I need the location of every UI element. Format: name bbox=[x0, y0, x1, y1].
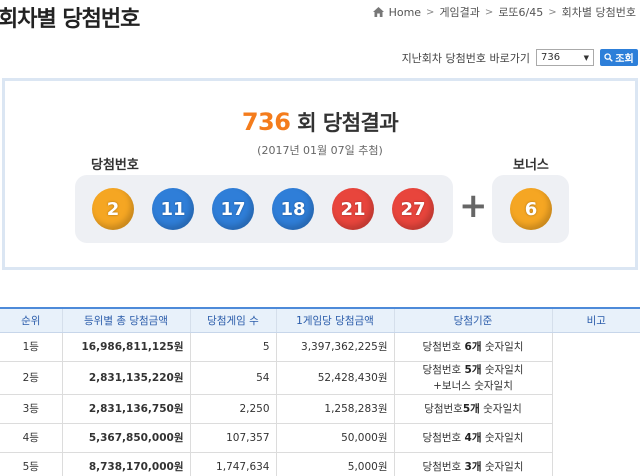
total-prize-cell: 5,367,850,000원 bbox=[61, 423, 190, 453]
table-row: 1등 16,986,811,125원 5 3,397,362,225원 당첨번호… bbox=[0, 332, 640, 476]
criteria-cell: 당첨번호 6개 숫자일치 bbox=[393, 332, 552, 362]
criteria-text: 당첨번호 bbox=[422, 363, 465, 376]
column-header: 당첨게임 수 bbox=[189, 307, 276, 333]
criteria-text: 숫자일치 bbox=[481, 363, 524, 376]
criteria-text: 숫자일치 bbox=[479, 402, 522, 415]
rank-cell: 3등 bbox=[0, 394, 62, 424]
criteria-text: 당첨번호 bbox=[422, 431, 465, 444]
criteria-text: 숫자일치 bbox=[481, 340, 524, 353]
goto-round-bar: 지난회차 당첨번호 바로가기 736 ▼ 조회 bbox=[402, 49, 638, 66]
per-game-prize-cell: 52,428,430원 bbox=[275, 361, 394, 395]
winning-ball: 17 bbox=[212, 188, 254, 230]
goto-round-label: 지난회차 당첨번호 바로가기 bbox=[401, 51, 530, 65]
criteria-text: 당첨번호 bbox=[422, 340, 465, 353]
column-header: 등위별 총 당첨금액 bbox=[61, 307, 190, 333]
breadcrumb-lotto[interactable]: 로또6/45 bbox=[498, 4, 543, 20]
winning-ball: 27 bbox=[392, 188, 434, 230]
round-select[interactable]: 736 ▼ bbox=[536, 49, 594, 66]
winner-count-cell: 2,250 bbox=[189, 394, 276, 424]
breadcrumb-separator-icon: > bbox=[484, 6, 494, 18]
page-title: 회차별 당첨번호 bbox=[0, 7, 140, 32]
bonus-label: 보너스 bbox=[513, 158, 549, 173]
criteria-text: 숫자일치 bbox=[481, 431, 524, 444]
column-header: 비고 bbox=[551, 307, 640, 333]
breadcrumb: Home > 게임결과 > 로또6/45 > 회차별 당첨번호 bbox=[372, 4, 636, 20]
criteria-count: 4개 bbox=[464, 431, 482, 444]
result-title: 736 회 당첨결과 bbox=[5, 107, 635, 137]
note-cell bbox=[551, 332, 640, 476]
criteria-cell: 당첨번호5개 숫자일치 bbox=[393, 394, 552, 424]
chevron-down-icon: ▼ bbox=[583, 53, 589, 62]
per-game-prize-cell: 5,000원 bbox=[275, 452, 394, 476]
per-game-prize-cell: 50,000원 bbox=[275, 423, 394, 453]
winner-count-cell: 54 bbox=[189, 361, 276, 395]
search-button-label: 조회 bbox=[615, 54, 634, 65]
winner-count-cell: 1,747,634 bbox=[189, 452, 276, 476]
criteria-bonus-text: +보너스 숫자일치 bbox=[433, 379, 513, 392]
bonus-ball: 6 bbox=[510, 188, 552, 230]
column-header: 당첨기준 bbox=[393, 307, 552, 333]
total-prize-cell: 2,831,135,220원 bbox=[61, 361, 190, 395]
rank-cell: 2등 bbox=[0, 361, 62, 395]
round-select-value: 736 bbox=[541, 52, 561, 63]
criteria-count: 5개 bbox=[462, 402, 480, 415]
winning-ball: 11 bbox=[152, 188, 194, 230]
breadcrumb-separator-icon: > bbox=[548, 6, 557, 18]
search-icon bbox=[604, 53, 614, 62]
winning-ball: 18 bbox=[272, 188, 314, 230]
criteria-count: 6개 bbox=[464, 340, 482, 353]
draw-result-panel: 736 회 당첨결과 (2017년 01월 07일 추첨) 당첨번호 보너스 2… bbox=[2, 78, 638, 270]
criteria-count: 3개 bbox=[464, 460, 482, 473]
search-button[interactable]: 조회 bbox=[600, 49, 638, 66]
table-row: 5등 8,738,170,000원 1,747,634 5,000원 당첨번호 … bbox=[0, 452, 640, 476]
round-suffix: 회 당첨결과 bbox=[297, 111, 399, 135]
breadcrumb-separator-icon: > bbox=[426, 6, 435, 18]
breadcrumb-game-results[interactable]: 게임결과 bbox=[439, 4, 479, 20]
breadcrumb-home[interactable]: Home bbox=[389, 6, 421, 19]
total-prize-cell: 16,986,811,125원 bbox=[61, 332, 190, 362]
total-prize-cell: 2,831,136,750원 bbox=[61, 394, 190, 424]
winning-ball: 2 bbox=[92, 188, 134, 230]
per-game-prize-cell: 3,397,362,225원 bbox=[275, 332, 394, 362]
rank-cell: 1등 bbox=[0, 332, 62, 362]
table-header-row: 순위 등위별 총 당첨금액 당첨게임 수 1게임당 당첨금액 당첨기준 비고 bbox=[0, 307, 640, 333]
bonus-number-panel: 6 bbox=[492, 175, 569, 243]
breadcrumb-current[interactable]: 회차별 당첨번호 bbox=[562, 4, 636, 20]
table-row: 2등 2,831,135,220원 54 52,428,430원 당첨번호 5개… bbox=[0, 361, 640, 395]
winner-count-cell: 107,357 bbox=[189, 423, 276, 453]
criteria-text: 당첨번호 bbox=[422, 460, 465, 473]
home-icon bbox=[372, 7, 384, 17]
total-prize-cell: 8,738,170,000원 bbox=[61, 452, 190, 476]
plus-icon: + bbox=[459, 186, 488, 226]
prize-table: 순위 등위별 총 당첨금액 당첨게임 수 1게임당 당첨금액 당첨기준 비고 1… bbox=[0, 307, 640, 476]
criteria-text: 숫자일치 bbox=[481, 460, 524, 473]
criteria-text: 당첨번호 bbox=[424, 402, 463, 415]
winning-numbers-panel: 2 11 17 18 21 27 bbox=[75, 175, 453, 243]
winning-ball: 21 bbox=[332, 188, 374, 230]
winning-numbers-label: 당첨번호 bbox=[91, 158, 139, 173]
criteria-count: 5개 bbox=[464, 363, 482, 376]
column-header: 순위 bbox=[0, 307, 62, 333]
column-header: 1게임당 당첨금액 bbox=[275, 307, 394, 333]
criteria-cell: 당첨번호 5개 숫자일치 +보너스 숫자일치 bbox=[393, 361, 552, 395]
round-number: 736 bbox=[241, 108, 291, 136]
rank-cell: 5등 bbox=[0, 452, 62, 476]
per-game-prize-cell: 1,258,283원 bbox=[275, 394, 394, 424]
table-row: 3등 2,831,136,750원 2,250 1,258,283원 당첨번호5… bbox=[0, 394, 640, 424]
winner-count-cell: 5 bbox=[189, 332, 276, 362]
table-row: 4등 5,367,850,000원 107,357 50,000원 당첨번호 4… bbox=[0, 423, 640, 453]
rank-cell: 4등 bbox=[0, 423, 62, 453]
criteria-cell: 당첨번호 4개 숫자일치 bbox=[393, 423, 552, 453]
criteria-cell: 당첨번호 3개 숫자일치 bbox=[393, 452, 552, 476]
